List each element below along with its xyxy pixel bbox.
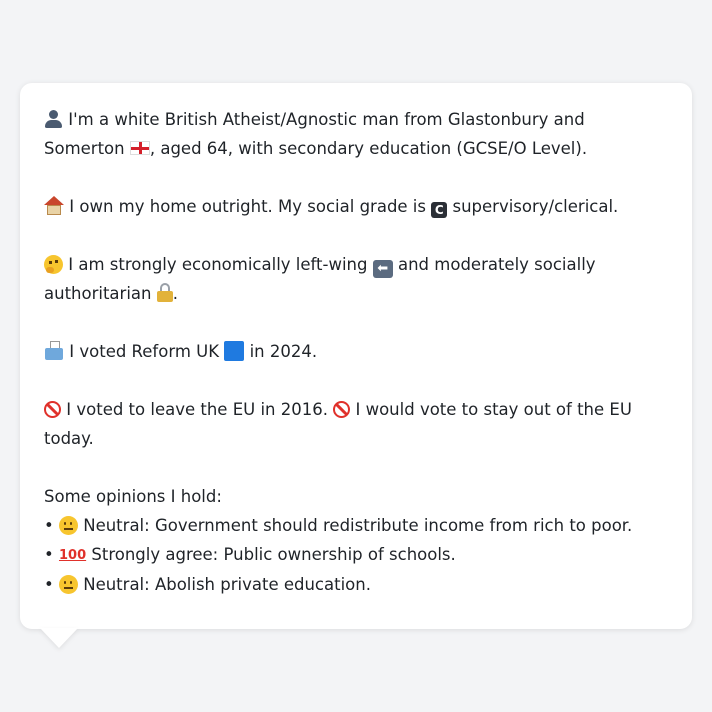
grade-text: supervisory/clerical. bbox=[452, 197, 619, 216]
left-arrow-box-icon: ⬅ bbox=[372, 260, 393, 278]
ideology-period: . bbox=[172, 284, 178, 303]
identity-line: I'm a white British Atheist/Agnostic man… bbox=[44, 105, 668, 163]
opinion-item: • Neutral: Abolish private education. bbox=[44, 570, 668, 599]
ideology-text: I am strongly economically left-wing bbox=[68, 255, 368, 274]
vote-line: I voted Reform UK in 2024. bbox=[44, 337, 668, 366]
neutral-face-icon bbox=[58, 575, 78, 594]
bullet: • bbox=[44, 575, 54, 594]
eu-2016-text: I voted to leave the EU in 2016. bbox=[66, 400, 328, 419]
thinking-face-icon bbox=[44, 255, 63, 274]
home-line: I own my home outright. My social grade … bbox=[44, 192, 668, 221]
house-icon bbox=[44, 196, 64, 215]
bullet: • bbox=[44, 516, 54, 535]
letter-c-box-icon: C bbox=[431, 202, 448, 218]
opinions-title: Some opinions I hold: bbox=[44, 487, 222, 506]
eu-line: I voted to leave the EU in 2016. I would… bbox=[44, 395, 668, 453]
lock-icon bbox=[156, 283, 173, 302]
opinion-text: Strongly agree: Public ownership of scho… bbox=[91, 545, 456, 564]
vote-year-text: in 2024. bbox=[249, 342, 318, 361]
hundred-points-icon: 100 bbox=[58, 548, 87, 563]
ballot-box-icon bbox=[44, 341, 64, 360]
opinion-text: Neutral: Government should redistribute … bbox=[83, 516, 633, 535]
persona-card: I'm a white British Atheist/Agnostic man… bbox=[20, 83, 692, 629]
opinions-block: Some opinions I hold: • Neutral: Governm… bbox=[44, 482, 668, 599]
opinion-item: • Neutral: Government should redistribut… bbox=[44, 511, 668, 540]
vote-text: I voted Reform UK bbox=[69, 342, 220, 361]
bullet: • bbox=[44, 545, 54, 564]
home-text: I own my home outright. My social grade … bbox=[69, 197, 426, 216]
neutral-face-icon bbox=[58, 516, 78, 535]
prohibited-icon bbox=[44, 401, 61, 418]
england-flag-icon bbox=[129, 141, 150, 155]
speech-bubble-tail bbox=[40, 628, 78, 648]
opinion-text: Neutral: Abolish private education. bbox=[83, 575, 371, 594]
identity-text-cont: , aged 64, with secondary education (GCS… bbox=[149, 139, 588, 158]
opinion-item: • 100 Strongly agree: Public ownership o… bbox=[44, 540, 668, 570]
person-silhouette-icon bbox=[44, 109, 63, 128]
blue-square-icon bbox=[224, 341, 245, 361]
ideology-line: I am strongly economically left-wing ⬅ a… bbox=[44, 250, 668, 308]
prohibited-icon bbox=[333, 401, 351, 418]
